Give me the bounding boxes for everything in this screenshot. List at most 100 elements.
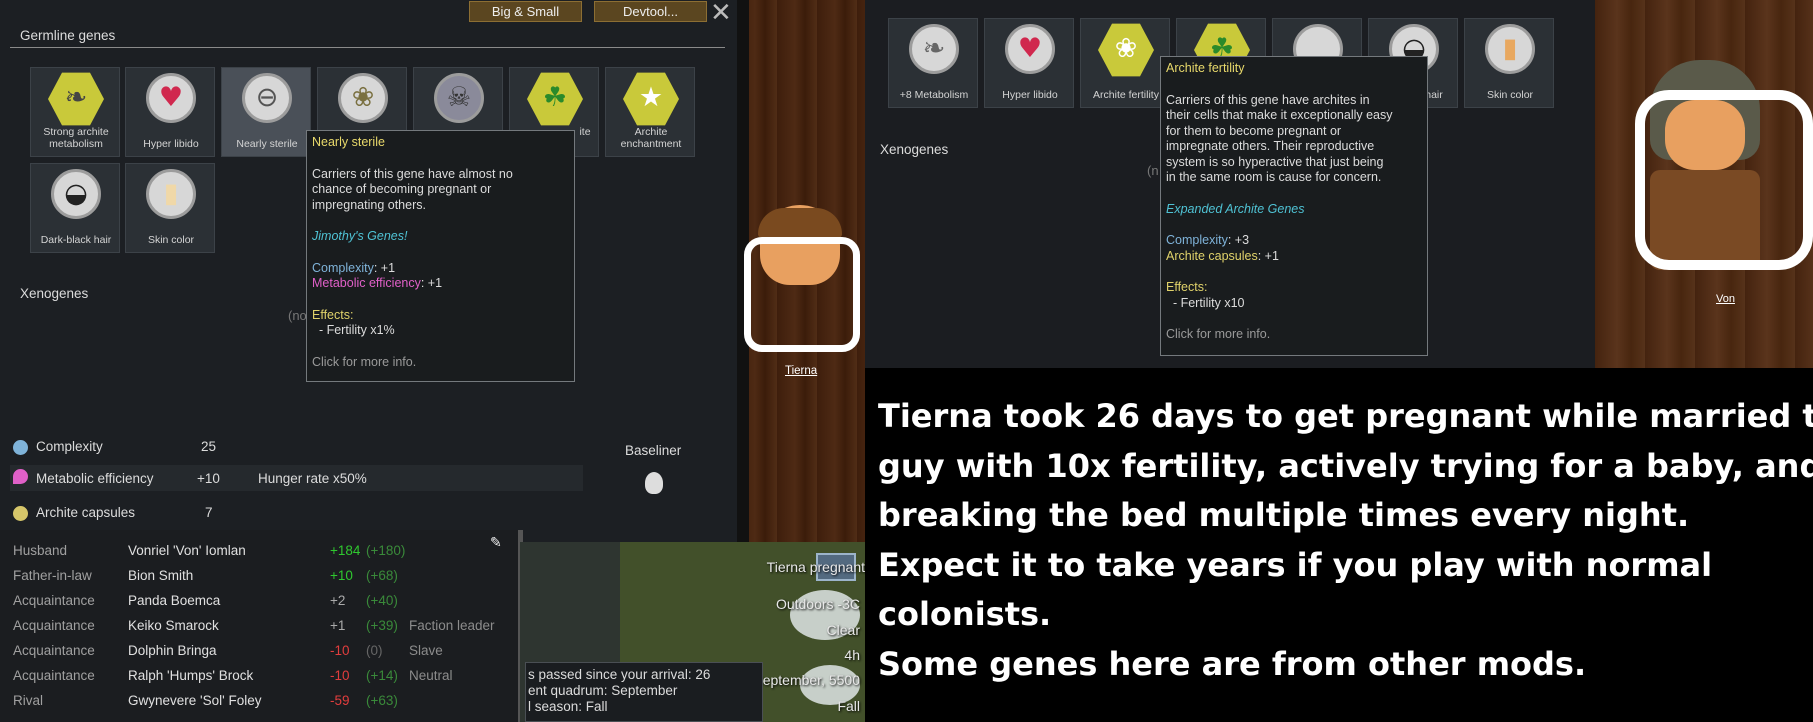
tooltip-complexity-label: Complexity — [312, 260, 374, 275]
tooltip-archite-value: : +1 — [1257, 248, 1279, 263]
relation-row[interactable]: Father-in-law Bion Smith +10 (+68) — [0, 565, 515, 590]
tooltip-click-more: Click for more info. — [1166, 327, 1271, 341]
relation-opinion: -10 — [330, 643, 350, 658]
tooltip-effects-label: Effects: — [1166, 280, 1208, 294]
xenotype-label: Baseliner — [625, 443, 682, 458]
relation-type: Rival — [13, 693, 44, 708]
stat-metabolic-efficiency: Metabolic efficiency +10 Hunger rate x50… — [10, 465, 583, 491]
info-line: ent quadrum: September — [528, 683, 678, 698]
divider — [10, 47, 725, 48]
tooltip-desc-line: impregnate others. Their reproductive — [1166, 139, 1375, 153]
relation-row[interactable]: Acquaintance Ralph 'Humps' Brock -10 (+14) N… — [0, 665, 515, 690]
relation-note: Neutral — [409, 668, 453, 683]
caption-line: breaking the bed multiple times every ni… — [878, 496, 1690, 534]
relation-note: Faction leader — [409, 618, 495, 633]
relation-name: Dolphin Bringa — [128, 643, 217, 658]
date-tooltip: s passed since your arrival: 26 ent quad… — [525, 662, 763, 722]
stat-archite-capsules: Archite capsules 7 — [13, 502, 583, 528]
caption-line: Expect it to take years if you play with… — [878, 545, 1713, 584]
complexity-icon — [13, 440, 28, 455]
germline-genes-header: Germline genes — [20, 28, 116, 43]
caption-line: Tierna took 26 days to get pregnant whil… — [878, 397, 1813, 435]
relation-name: Ralph 'Humps' Brock — [128, 668, 254, 683]
gene-tooltip: Nearly sterile Carriers of this gene hav… — [306, 130, 575, 382]
caption-text: Tierna took 26 days to get pregnant whil… — [878, 392, 1813, 689]
alert-tierna-pregnant[interactable]: Tierna pregnant — [665, 559, 865, 575]
relation-type: Acquaintance — [13, 593, 95, 608]
pawn-label-von[interactable]: Von — [1716, 293, 1735, 305]
relation-opinion: -10 — [330, 668, 350, 683]
caption-line: guy with 10x fertility, actively trying … — [878, 446, 1813, 485]
tooltip-source: Expanded Archite Genes — [1166, 201, 1305, 216]
relation-row[interactable]: Acquaintance Panda Boemca +2 (+40) — [0, 590, 515, 615]
devtool-button[interactable]: Devtool... — [594, 1, 707, 22]
tooltip-complexity-value: : +1 — [373, 260, 396, 275]
relation-type: Acquaintance — [13, 643, 95, 658]
gene-archite-enchantment[interactable]: ★ Archite enchantment — [605, 67, 695, 157]
relation-opinion-of-me: (+14) — [366, 668, 398, 683]
tooltip-desc-line: Carriers of this gene have almost no — [312, 166, 513, 181]
relation-name: Bion Smith — [128, 568, 194, 583]
gene-plus8-metabolism[interactable]: ❧ +8 Metabolism — [888, 18, 978, 108]
gene-hyper-libido[interactable]: ♥ Hyper libido — [125, 67, 215, 157]
relation-row[interactable]: Acquaintance Keiko Smarock +1 (+39) Faction … — [0, 615, 515, 640]
tooltip-complexity-label: Complexity — [1166, 233, 1228, 247]
relation-opinion: +1 — [330, 618, 346, 633]
hour-readout: 4h — [844, 647, 860, 663]
relation-opinion: -59 — [330, 693, 350, 708]
tooltip-desc-line: their cells that make it exceptionally e… — [1166, 108, 1393, 122]
gene-nearly-sterile[interactable]: ⊖ Nearly sterile — [221, 67, 311, 157]
selection-reticle — [744, 237, 860, 352]
close-icon[interactable]: ✕ — [710, 0, 732, 28]
relation-opinion: +10 — [330, 568, 353, 583]
tooltip-click-more: Click for more info. — [312, 354, 417, 369]
relation-row[interactable]: Rival Gwynevere 'Sol' Foley -59 (+63) — [0, 690, 515, 715]
cowboy-hat-icon — [758, 208, 842, 238]
tooltip-effect: - Fertility x1% — [312, 323, 395, 337]
relation-type: Acquaintance — [13, 668, 95, 683]
relation-opinion-of-me: (+180) — [366, 543, 406, 558]
gene-strong-archite-metabolism[interactable]: ❧ Strong archite metabolism — [30, 67, 120, 157]
baseliner-skull-icon — [645, 472, 663, 494]
relation-name: Gwynevere 'Sol' Foley — [128, 693, 262, 708]
relation-opinion: +184 — [330, 543, 361, 558]
big-small-button[interactable]: Big & Small — [469, 1, 582, 22]
gene-archite-fertility[interactable]: ❀ Archite fertility — [1080, 18, 1170, 108]
none-text: (n — [1147, 163, 1159, 178]
gene-skin-color[interactable]: ▮ Skin color — [125, 163, 215, 253]
tooltip-metabolic-value: : +1 — [420, 276, 443, 290]
tooltip-title: Archite fertility — [1166, 61, 1245, 75]
metabolism-drop-icon — [13, 469, 28, 484]
tooltip-desc-line: chance of becoming pregnant or — [312, 182, 492, 196]
relation-note: Slave — [409, 643, 443, 658]
relation-row[interactable]: Acquaintance Dolphin Bringa -10 (0) Slave — [0, 640, 515, 665]
tooltip-desc-line: in the same room is cause for concern. — [1166, 170, 1382, 184]
relation-type: Father-in-law — [13, 568, 92, 583]
pawn-label-tierna[interactable]: Tierna — [785, 365, 817, 377]
tooltip-source: Jimothy's Genes! — [312, 229, 408, 243]
relation-opinion-of-me: (+40) — [366, 593, 398, 608]
gene-skin-color[interactable]: ▮ Skin color — [1464, 18, 1554, 108]
gene-tooltip: Archite fertility Carriers of this gene … — [1160, 56, 1428, 356]
xenogenes-header: Xenogenes — [20, 286, 89, 301]
relation-row[interactable]: Husband Vonriel 'Von' Iomlan +184 (+180) — [0, 540, 515, 565]
gene-dark-black-hair[interactable]: ◒ Dark-black hair — [30, 163, 120, 253]
caption-line: Some genes here are from other mods. — [878, 644, 1587, 683]
tooltip-title: Nearly sterile — [312, 135, 385, 149]
tooltip-metabolic-label: Metabolic efficiency — [312, 276, 421, 290]
weather-readout: Clear — [826, 622, 860, 638]
tooltip-effects-label: Effects: — [312, 307, 354, 322]
relation-opinion: +2 — [330, 593, 346, 608]
archite-capsule-icon — [13, 506, 28, 521]
relation-name: Keiko Smarock — [128, 618, 219, 633]
selection-reticle — [1635, 90, 1813, 270]
info-line: l season: Fall — [528, 699, 608, 714]
relation-type: Husband — [13, 543, 68, 558]
tooltip-desc-line: system is so hyperactive that just being — [1166, 154, 1384, 169]
tooltip-complexity-value: : +3 — [1227, 233, 1250, 247]
tooltip-effect: - Fertility x10 — [1166, 295, 1245, 310]
relation-opinion-of-me: (0) — [366, 643, 383, 658]
tooltip-desc-line: impregnating others. — [312, 197, 426, 212]
info-line: s passed since your arrival: 26 — [528, 667, 711, 682]
gene-hyper-libido[interactable]: ♥ Hyper libido — [984, 18, 1074, 108]
